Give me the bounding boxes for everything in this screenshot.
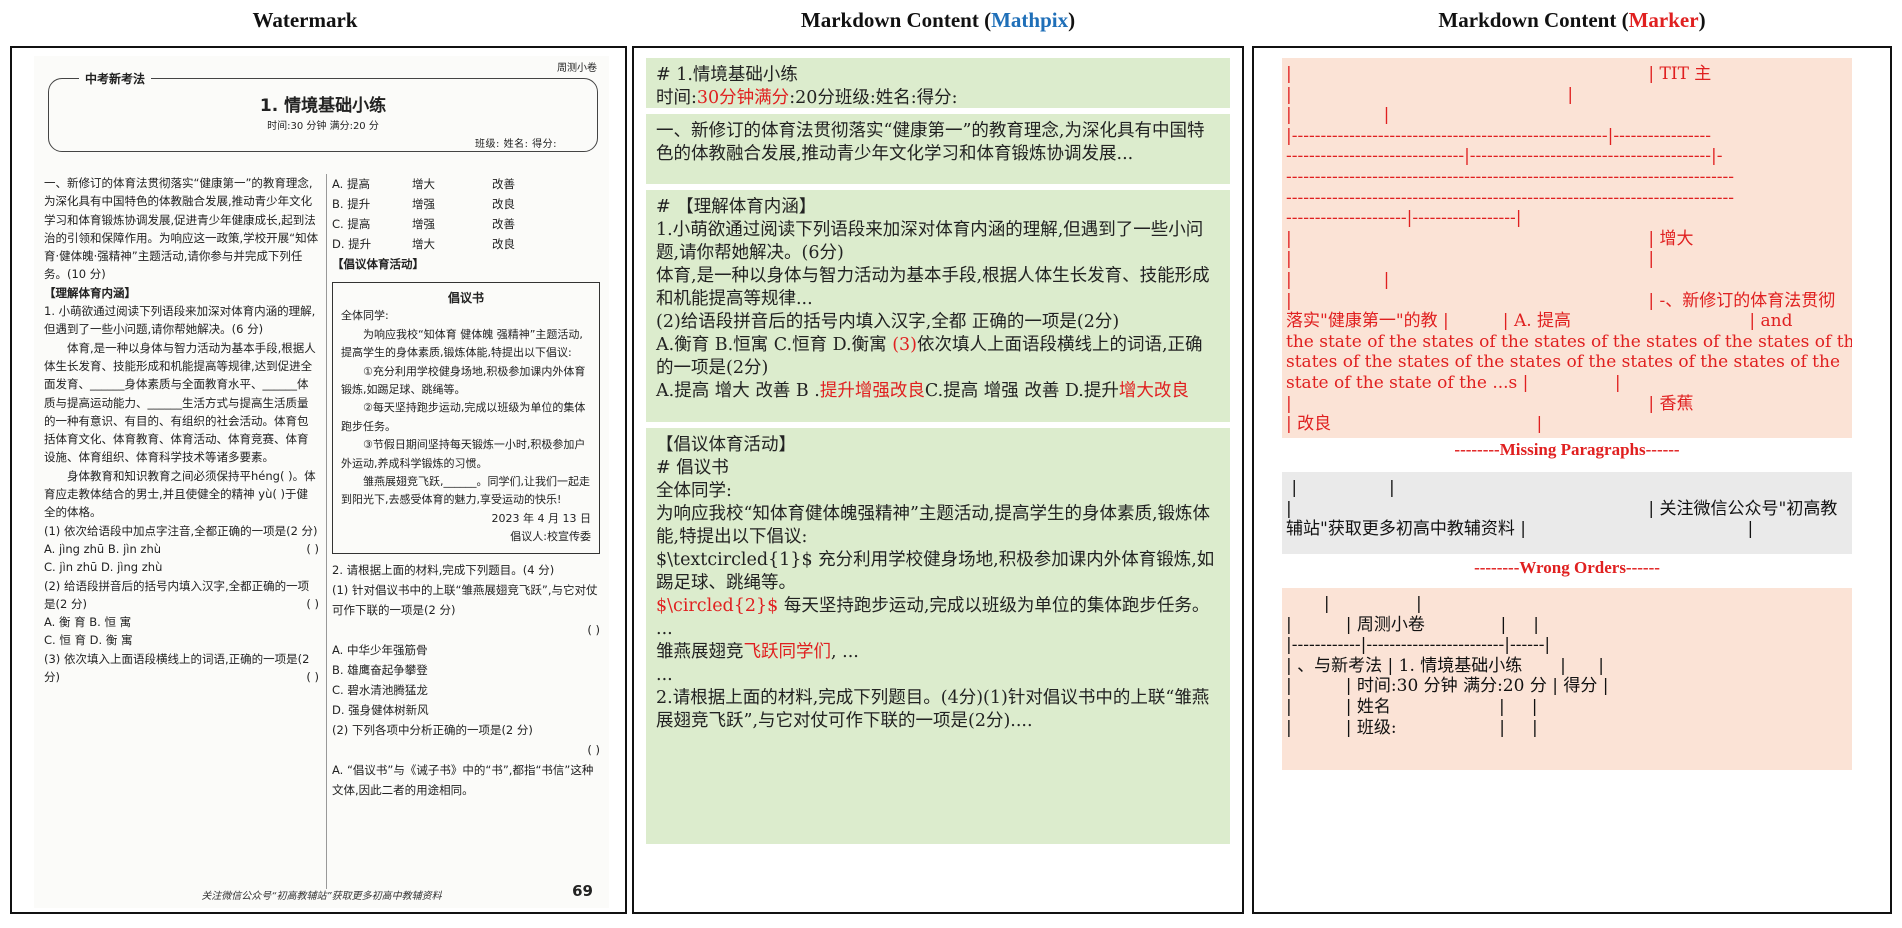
option-row: A. 衡 育 B. 恒 寓 xyxy=(44,615,132,630)
exam-header-box: 中考新考法 1. 情境基础小练 时间:30 分钟 满分:20 分 班级: 姓名:… xyxy=(48,70,598,152)
page-tag: 周测小卷 xyxy=(557,63,597,74)
mathpix-panel: # 1.情境基础小练 时间:30分钟满分:20分班级:姓名:得分: 一、新修订的… xyxy=(632,46,1244,914)
mathpix-tool-name: Mathpix xyxy=(991,8,1069,32)
marker-tool-name: Marker xyxy=(1628,8,1699,32)
proposal-date: 2023 年 4 月 13 日 xyxy=(491,511,591,525)
proposal-signature: 倡议人:校宣传委 xyxy=(510,530,591,544)
mathpix-block-proposal: 【倡议体育活动】 # 倡议书 全体同学: 为响应我校“知体育健体魄强精神”主题活… xyxy=(646,428,1230,844)
question-2-2: (2) 下列各项中分析正确的一项是(2 分) xyxy=(332,722,533,737)
option-grid: A. 提高 增大 改善 B. 提升 增强 改良 C. 提高 增强 改善 D. 提升 增大 改良 xyxy=(332,177,515,251)
marker-column-title: Markdown Content (Marker) xyxy=(1438,8,1706,32)
watermark-column-title: Watermark xyxy=(252,8,358,32)
question-2: 2. 请根据上面的材料,完成下列题目。(4 分) xyxy=(332,562,555,577)
marker-block-wrong-order: | | | | 周测小卷 | | |------------|---------… xyxy=(1282,588,1852,770)
wrong-orders-label: --------Wrong Orders------ xyxy=(1474,558,1660,577)
option-row: C. jìn zhū D. jìng zhù xyxy=(44,560,163,575)
missing-paragraphs-label: --------Missing Paragraphs------ xyxy=(1454,440,1680,459)
marker-block-garbled-table: | | TIT 主 | | | | |---------------------… xyxy=(1282,58,1852,438)
question-1: 1. 小萌欲通过阅读下列语段来加深对体育内涵的理解,但遇到了一些小问题,请你帮她… xyxy=(44,304,316,337)
watermark-panel: 周测小卷 中考新考法 1. 情境基础小练 时间:30 分钟 满分:20 分 班级… xyxy=(10,46,627,914)
exam-page-scan: 周测小卷 中考新考法 1. 情境基础小练 时间:30 分钟 满分:20 分 班级… xyxy=(34,56,609,908)
question-2-1: (1) 针对倡议书中的上联“雏燕展翅竞飞跃”,与它对仗可作下联的一项是(2 分) xyxy=(332,582,598,617)
header-tag: 中考新考法 xyxy=(79,70,152,87)
proposal-title: 倡议书 xyxy=(447,291,484,305)
reading-passage: 体育,是一种以身体与智力活动为基本手段,根据人体生长发育、技能形成和机能提高等规… xyxy=(44,340,316,465)
marker-panel: | | TIT 主 | | | | |---------------------… xyxy=(1252,46,1892,914)
activity-label: 【倡议体育活动】 xyxy=(332,257,424,271)
page-footer-watermark: 关注微信公众号“初高教辅站”获取更多初高中教辅资料 xyxy=(201,891,442,902)
reading-passage-2: 身体教育和知识教育之间必须保持平héng( )。体育应走教体结合的男士,并且使健… xyxy=(44,468,316,520)
section-label: 【理解体育内涵】 xyxy=(44,285,136,300)
proposal-box: 倡议书 全体同学: 为响应我校“知体育 健体魄 强精神”主题活动,提高学生的身体… xyxy=(332,282,600,554)
exam-right-column: A. 提高 增大 改善 B. 提升 增强 改良 C. 提高 增强 改善 D. 提升 增大 改良 … xyxy=(332,174,600,800)
sub-question-2: (2) 给语段拼音后的括号内填入汉字,全都正确的一项是(2 分)( ) xyxy=(44,578,319,611)
column-divider xyxy=(326,174,327,889)
marker-block-missing: | | | | 关注微信公众号"初高教 辅站"获取更多初高中教辅资料 | | xyxy=(1282,472,1852,554)
option-row: A. jìng zhū B. jìn zhù xyxy=(44,541,162,556)
sub-question-1: (1) 依次给语段中加点字注音,全都正确的一项是(2 分)( ) xyxy=(44,523,319,556)
exam-left-column: 一、新修订的体育法贯彻落实“健康第一”的教育理念,为深化具有中国特色的体教融合发… xyxy=(44,174,319,686)
exam-name-fields: 班级: 姓名: 得分: xyxy=(475,139,557,150)
option-row: C. 恒 育 D. 衡 寓 xyxy=(44,633,133,648)
exam-title: 1. 情境基础小练 xyxy=(259,96,387,116)
sub-question-3: (3) 依次填入上面语段横线上的词语,正确的一项是(2 分)( ) xyxy=(44,651,319,685)
page-number: 69 xyxy=(572,882,593,900)
exam-meta: 时间:30 分钟 满分:20 分 xyxy=(267,121,379,132)
mathpix-block-intro: 一、新修订的体育法贯彻落实“健康第一”的教育理念,为深化具有中国特色的体教融合发… xyxy=(646,114,1230,184)
mathpix-block-title: # 1.情境基础小练 时间:30分钟满分:20分班级:姓名:得分: xyxy=(646,58,1230,108)
mathpix-column-title: Markdown Content (Mathpix) xyxy=(800,8,1076,32)
intro-paragraph: 一、新修订的体育法贯彻落实“健康第一”的教育理念,为深化具有中国特色的体教融合发… xyxy=(44,176,319,282)
mathpix-block-section: # 【理解体育内涵】 1.小萌欲通过阅读下列语段来加深对体育内涵的理解,但遇到了… xyxy=(646,190,1230,422)
